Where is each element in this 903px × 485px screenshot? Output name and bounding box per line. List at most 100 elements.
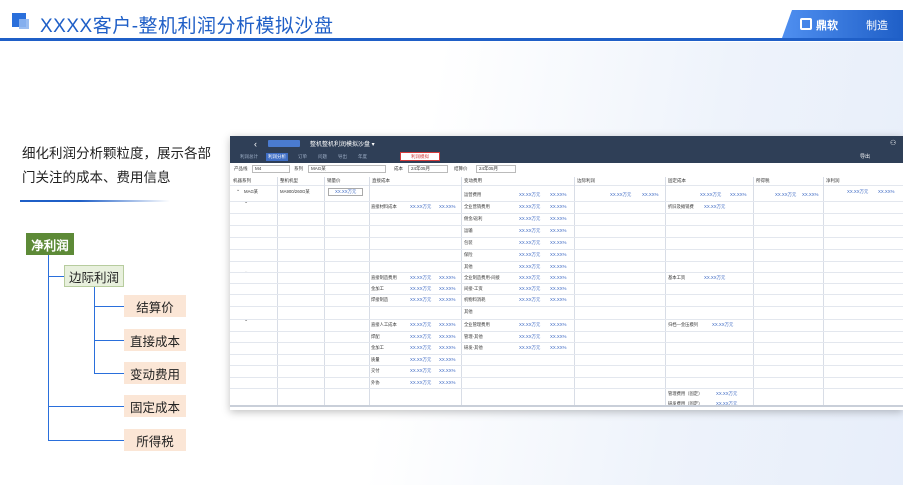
company-logo-icon: [268, 140, 300, 147]
tree-line: [94, 306, 124, 307]
tree-line: [48, 440, 124, 441]
value-cell: XX.XX万元: [410, 297, 432, 302]
value-cell: XX.XX万元: [519, 345, 541, 350]
percent-cell: XX.XX%: [439, 357, 456, 362]
app-topbar: ‹ 整机整机利润模拟沙盘 ▾ ⚇ 利润总计 利润分析 订单 问题 导出 年度 利…: [230, 136, 903, 163]
variable-item: 其他: [464, 309, 473, 314]
slide-header: XXXX客户-整机利润分析模拟沙盘: [0, 0, 903, 42]
row-divider: [230, 294, 903, 295]
chevron-down-icon[interactable]: ⌄: [244, 199, 248, 205]
tab-issues[interactable]: 问题: [316, 153, 329, 161]
value-cell: XX.XX万元: [519, 334, 541, 339]
direct-item: 直接材料成本: [371, 204, 397, 209]
value-cell: XX.XX万元: [410, 357, 432, 362]
direct-item: 焊配: [371, 334, 380, 339]
row-divider: [230, 201, 903, 202]
row-divider: [230, 331, 903, 332]
column-header: 整机机型: [280, 178, 298, 183]
profit-simulation-button[interactable]: 利润模拟: [400, 152, 440, 161]
value-cell: XX.XX万元: [519, 275, 541, 280]
tree-leaf-fixed-cost: 固定成本: [124, 395, 186, 417]
variable-item: 保险: [464, 252, 473, 257]
percent-cell: XX.XX%: [550, 192, 567, 197]
percent-cell: XX.XX%: [550, 297, 567, 302]
variable-item: 运输: [464, 228, 473, 233]
column-divider: [277, 177, 278, 407]
export-button[interactable]: 导出: [860, 153, 870, 160]
tab-export[interactable]: 导出: [336, 153, 349, 161]
value-cell: XX.XX万元: [410, 322, 432, 327]
series-select[interactable]: MAG某: [308, 165, 386, 173]
row-divider: [230, 365, 903, 366]
percent-cell: XX.XX%: [439, 286, 456, 291]
cost-select[interactable]: 24年05月: [408, 165, 448, 173]
value-cell: XX.XX万元: [410, 204, 432, 209]
fixed-item: 管理费用（固定）: [668, 391, 703, 396]
percent-cell: XX.XX%: [550, 264, 567, 269]
product-select[interactable]: M4: [252, 165, 290, 173]
value-cell: XX.XX万元: [519, 252, 541, 257]
user-icon[interactable]: ⚇: [890, 139, 896, 147]
percent-cell: XX.XX%: [550, 345, 567, 350]
tab-orders[interactable]: 订单: [296, 153, 309, 161]
chevron-down-icon[interactable]: ⌄: [244, 317, 248, 323]
compare-select[interactable]: 24年05月: [476, 165, 516, 173]
column-divider: [574, 177, 575, 407]
variable-item: 全业营销费用: [464, 204, 490, 209]
column-divider: [369, 177, 370, 407]
row-divider: [230, 213, 903, 214]
direct-item: 直接制造费用: [371, 275, 397, 280]
percent-cell: XX.XX%: [439, 345, 456, 350]
column-header: 边际利润: [577, 178, 595, 183]
tree-line: [94, 373, 124, 374]
variable-item: 其他: [464, 264, 473, 269]
tab-profit-analysis[interactable]: 利润分析: [266, 153, 288, 161]
value-cell: XX.XX万元: [704, 204, 726, 209]
variable-item: 间接-工资: [464, 286, 483, 291]
variable-item: 全业管理费用: [464, 322, 490, 327]
cost-label: 成本: [394, 166, 403, 171]
model-cell: MA900/260G某: [280, 189, 310, 194]
tab-year[interactable]: 年度: [356, 153, 369, 161]
value-cell: XX.XX万元: [775, 192, 797, 197]
chevron-down-icon[interactable]: ⌄: [236, 187, 240, 193]
slide-title: XXXX客户-整机利润分析模拟沙盘: [40, 16, 334, 37]
brand-name: 鼎软: [816, 20, 838, 32]
value-cell: XX.XX万元: [519, 216, 541, 221]
value-cell: XX.XX万元: [716, 391, 738, 396]
tree-line: [48, 276, 64, 277]
tree-line: [94, 340, 124, 341]
column-divider: [461, 177, 462, 407]
value-cell: XX.XX万元: [712, 322, 734, 327]
header-rule: [0, 38, 903, 41]
percent-cell: XX.XX%: [439, 368, 456, 373]
brand-logo-icon: [800, 18, 812, 30]
value-cell: XX.XX万元: [410, 275, 432, 280]
value-cell: XX.XX万元: [847, 189, 869, 194]
back-chevron-icon[interactable]: ‹: [254, 139, 257, 149]
column-divider: [753, 177, 754, 407]
description-divider: [20, 200, 170, 202]
percent-cell: XX.XX%: [550, 286, 567, 291]
direct-item: 焊接制造: [371, 297, 389, 302]
price-input[interactable]: XX.XX万元: [328, 188, 364, 196]
tree-leaf-income-tax: 所得税: [124, 429, 186, 451]
app-title[interactable]: 整机整机利润模拟沙盘 ▾: [310, 139, 375, 148]
fixed-item: 基本工资: [668, 275, 686, 280]
direct-item: 直接人工成本: [371, 322, 397, 327]
fixed-item: 归档—金压模列: [668, 322, 699, 327]
row-divider: [230, 185, 903, 186]
direct-item: 外协: [371, 380, 380, 385]
compare-label: 结算价: [454, 166, 468, 171]
value-cell: XX.XX万元: [519, 192, 541, 197]
value-cell: XX.XX万元: [519, 297, 541, 302]
value-cell: XX.XX万元: [410, 286, 432, 291]
tab-profit-total[interactable]: 利润总计: [238, 153, 260, 161]
variable-item: 管理-其他: [464, 334, 483, 339]
direct-item: 金加工: [371, 345, 384, 350]
tree-line: [48, 406, 124, 407]
value-cell: XX.XX万元: [410, 368, 432, 373]
profit-table: 机器系列 整机机型 销量价 直接成本 变动费用 边际利润 固定成本 所得税 净利…: [230, 177, 903, 410]
percent-cell: XX.XX%: [550, 216, 567, 221]
direct-item: 金加工: [371, 286, 384, 291]
